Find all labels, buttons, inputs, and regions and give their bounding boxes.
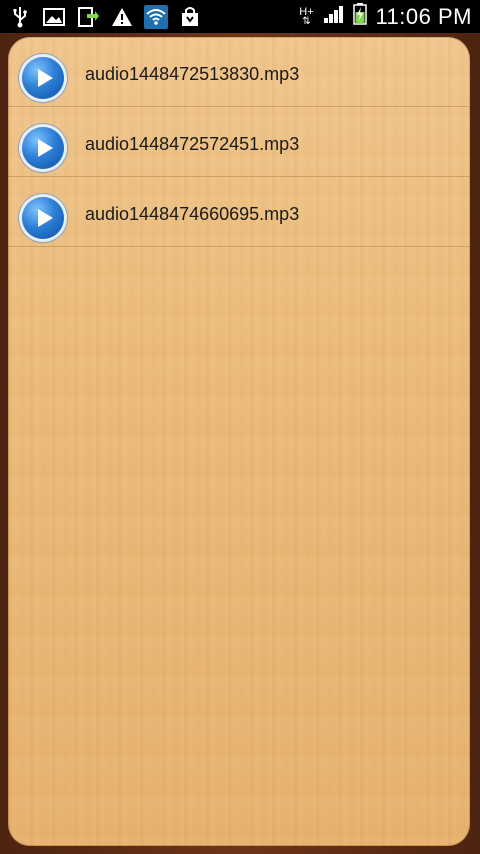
- recordings-panel: audio1448472513830.mp3 audio144847257245…: [8, 37, 470, 846]
- usb-icon: [8, 5, 32, 29]
- wifi-icon: [144, 4, 168, 29]
- list-item[interactable]: audio1448474660695.mp3: [8, 177, 470, 247]
- signal-strength-icon: [323, 4, 345, 29]
- image-icon: [42, 5, 66, 29]
- play-icon[interactable]: [22, 57, 64, 99]
- system-icons: H+ ⇅ 11:06 PM: [297, 0, 472, 33]
- play-icon[interactable]: [22, 197, 64, 239]
- recordings-list: audio1448472513830.mp3 audio144847257245…: [8, 37, 470, 247]
- warning-icon: [110, 5, 134, 29]
- network-type-label: H+: [299, 5, 314, 18]
- list-item[interactable]: audio1448472572451.mp3: [8, 107, 470, 177]
- data-arrows-icon: ⇅: [302, 15, 311, 27]
- recording-filename: audio1448472572451.mp3: [85, 134, 300, 154]
- clock: 11:06 PM: [375, 3, 472, 29]
- battery-charging-icon: [353, 3, 368, 30]
- recording-filename: audio1448474660695.mp3: [85, 204, 300, 224]
- wood-frame: audio1448472513830.mp3 audio144847257245…: [0, 33, 480, 854]
- shopping-bag-icon: [178, 5, 202, 29]
- recording-filename: audio1448472513830.mp3: [85, 64, 300, 84]
- list-item[interactable]: audio1448472513830.mp3: [8, 37, 470, 107]
- status-bar: H+ ⇅ 11:06 PM: [0, 0, 480, 33]
- play-icon[interactable]: [22, 127, 64, 169]
- notification-icons: [8, 4, 202, 29]
- network-type-icon: H+ ⇅: [297, 5, 315, 27]
- download-app-icon: [76, 5, 100, 29]
